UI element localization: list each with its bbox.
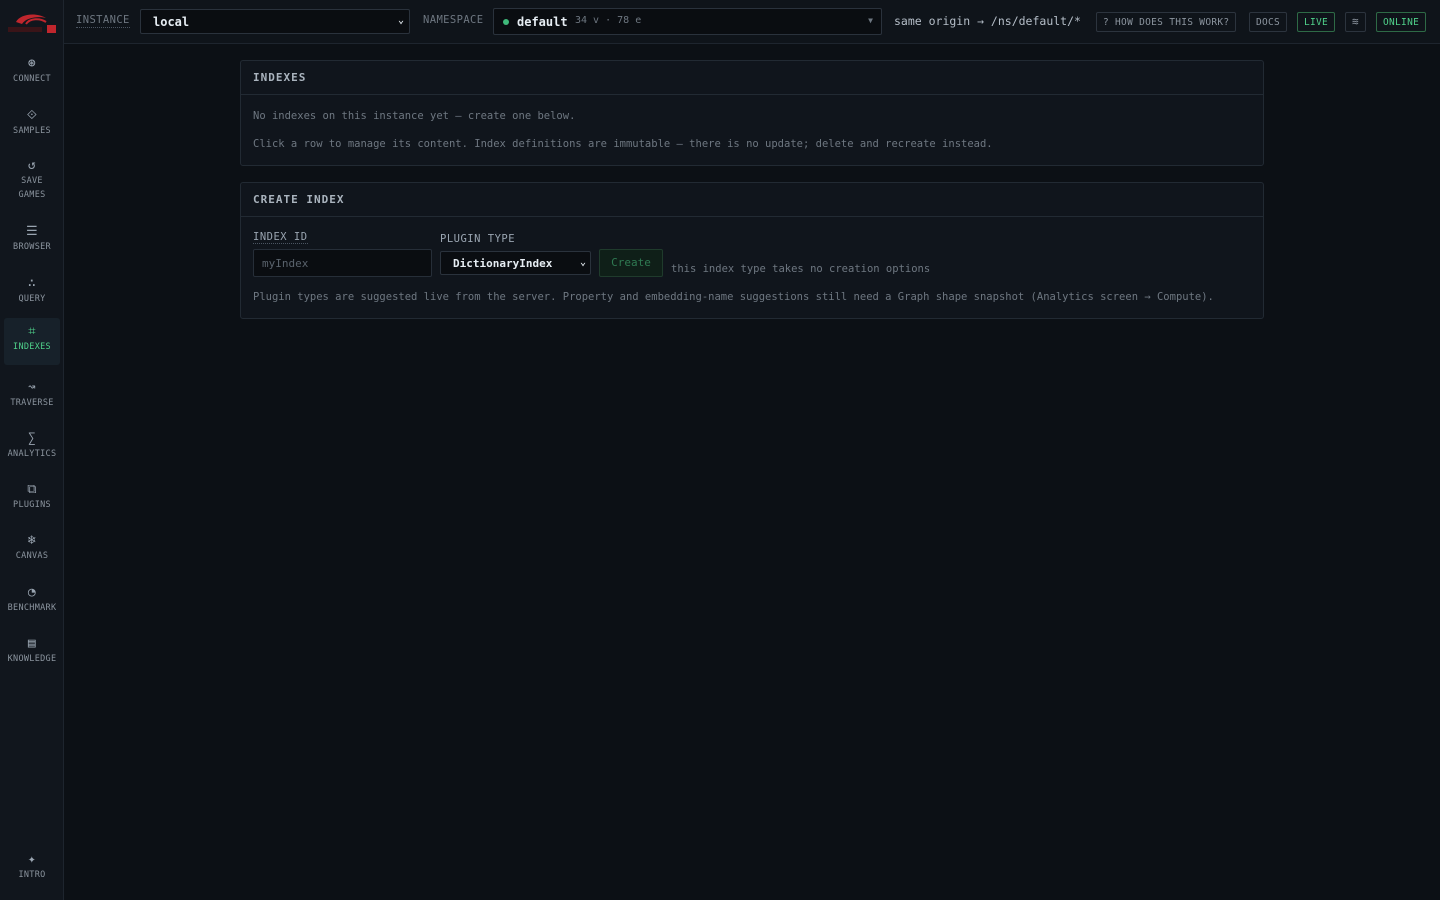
nav-connect[interactable]: ⊛ CONNECT bbox=[4, 52, 60, 98]
nav-label: ANALYTICS bbox=[7, 449, 57, 459]
nav-browser[interactable]: ☰ BROWSER bbox=[4, 220, 60, 266]
caret-down-icon: ▼ bbox=[868, 16, 873, 25]
nav-plugins[interactable]: ⧉ PLUGINS bbox=[4, 478, 60, 524]
plugins-icon: ⧉ bbox=[27, 482, 37, 497]
panel-title: INDEXES bbox=[241, 61, 1263, 95]
waves-icon: ≋ bbox=[1352, 15, 1359, 28]
nav-label: BROWSER bbox=[13, 242, 51, 252]
create-index-panel: CREATE INDEX INDEX ID PLUGIN TYPE Dictio… bbox=[240, 182, 1264, 319]
nav-label: KNOWLEDGE bbox=[7, 654, 57, 664]
namespace-value: default bbox=[517, 15, 568, 29]
plugin-type-label: PLUGIN TYPE bbox=[440, 233, 516, 245]
indexes-panel: INDEXES No indexes on this instance yet … bbox=[240, 60, 1264, 166]
create-button[interactable]: Create bbox=[599, 249, 663, 277]
instance-label: INSTANCE bbox=[76, 14, 130, 28]
nav-traverse[interactable]: ↝ TRAVERSE bbox=[4, 376, 60, 422]
nav-label: SAMPLES bbox=[13, 126, 51, 136]
namespace-stats: 34 v · 78 e bbox=[575, 15, 642, 26]
namespace-label: NAMESPACE bbox=[423, 14, 484, 26]
browser-icon: ☰ bbox=[26, 224, 38, 239]
indexes-icon: ⌗ bbox=[28, 324, 36, 339]
namespace-select[interactable]: default 34 v · 78 e ▼ bbox=[493, 8, 882, 35]
plugin-type-value: DictionaryIndex bbox=[453, 257, 553, 270]
sidebar: ⊛ CONNECT ⟐ SAMPLES ↺ SAVE GAMES ☰ BROWS… bbox=[0, 0, 64, 900]
docs-button[interactable]: DOCS bbox=[1249, 12, 1288, 32]
nav-label: PLUGINS bbox=[13, 500, 51, 510]
connect-icon: ⊛ bbox=[27, 56, 37, 71]
intro-icon: ✦ bbox=[27, 852, 37, 867]
app-logo[interactable] bbox=[6, 8, 58, 36]
status-dot-icon bbox=[503, 19, 509, 25]
chevron-down-icon: ⌄ bbox=[397, 15, 404, 26]
instance-select[interactable]: local ⌄ bbox=[140, 9, 410, 34]
empty-message: No indexes on this instance yet — create… bbox=[253, 110, 576, 122]
traverse-icon: ↝ bbox=[27, 380, 37, 395]
nav-samples[interactable]: ⟐ SAMPLES bbox=[4, 104, 60, 150]
live-toggle[interactable]: LIVE bbox=[1297, 12, 1336, 32]
nav-label: QUERY bbox=[18, 294, 46, 304]
nav-label: INTRO bbox=[18, 870, 46, 880]
nav-intro[interactable]: ✦ INTRO bbox=[4, 848, 60, 894]
knowledge-icon: ▤ bbox=[27, 636, 37, 651]
nav-label: CANVAS bbox=[15, 551, 49, 561]
nav-indexes[interactable]: ⌗ INDEXES bbox=[4, 318, 60, 365]
benchmark-icon: ◔ bbox=[27, 585, 37, 600]
nav-canvas[interactable]: ❄ CANVAS bbox=[4, 529, 60, 575]
nav-label: SAVE GAMES bbox=[18, 176, 46, 200]
samples-icon: ⟐ bbox=[26, 108, 38, 123]
analytics-icon: ∑ bbox=[27, 431, 37, 446]
nav-analytics[interactable]: ∑ ANALYTICS bbox=[4, 427, 60, 473]
theme-toggle[interactable]: ≋ bbox=[1345, 12, 1366, 32]
hint-text: Click a row to manage its content. Index… bbox=[253, 138, 993, 150]
nav-label: TRAVERSE bbox=[10, 398, 54, 408]
footer-note: Plugin types are suggested live from the… bbox=[253, 291, 1214, 303]
save-games-icon: ↺ bbox=[27, 158, 37, 173]
origin-route: same origin → /ns/default/* bbox=[894, 14, 1081, 28]
options-note: this index type takes no creation option… bbox=[671, 263, 931, 275]
status-badge: ONLINE bbox=[1376, 12, 1427, 32]
index-id-input[interactable] bbox=[253, 249, 432, 277]
chevron-down-icon: ⌄ bbox=[579, 257, 586, 268]
nav-label: INDEXES bbox=[13, 342, 51, 352]
instance-value: local bbox=[153, 15, 190, 29]
panel-title: CREATE INDEX bbox=[241, 183, 1263, 217]
nav-label: BENCHMARK bbox=[7, 603, 57, 613]
nav-label: CONNECT bbox=[13, 74, 51, 84]
help-button[interactable]: ? HOW DOES THIS WORK? bbox=[1096, 12, 1237, 32]
nav-knowledge[interactable]: ▤ KNOWLEDGE bbox=[4, 632, 60, 678]
index-id-label: INDEX ID bbox=[253, 231, 308, 244]
nav-benchmark[interactable]: ◔ BENCHMARK bbox=[4, 581, 60, 627]
plugin-type-select[interactable]: DictionaryIndex ⌄ bbox=[440, 251, 591, 275]
nav-save-games[interactable]: ↺ SAVE GAMES bbox=[4, 154, 60, 204]
top-bar: INSTANCE local ⌄ NAMESPACE default 34 v … bbox=[64, 0, 1440, 44]
nav-query[interactable]: ∴ QUERY bbox=[4, 272, 60, 318]
query-icon: ∴ bbox=[27, 276, 37, 291]
canvas-icon: ❄ bbox=[27, 533, 37, 548]
